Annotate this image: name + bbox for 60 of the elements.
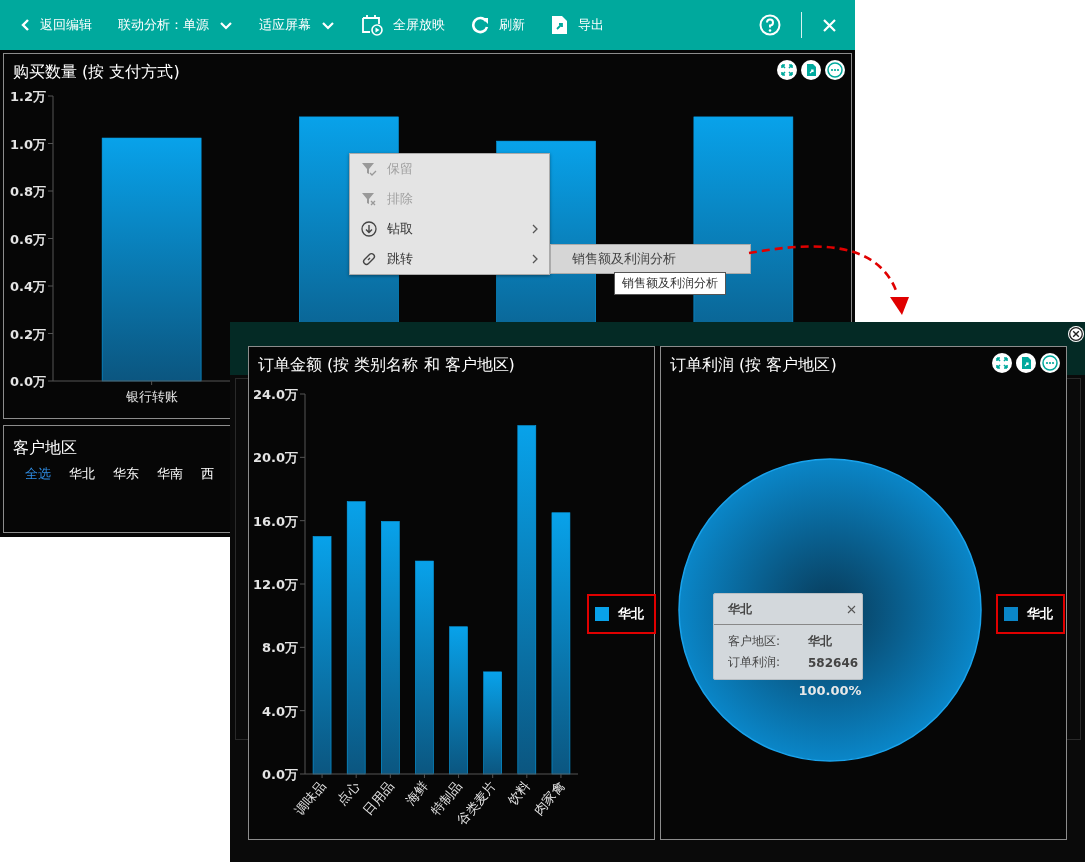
chart-title: 订单金额 (按 类别名称 和 客户地区) (258, 355, 515, 376)
menu-item[interactable]: 跳转 (350, 244, 549, 274)
expand-icon (777, 60, 797, 80)
slideshow-icon (361, 14, 383, 36)
expand-icon (992, 353, 1012, 373)
category-label: 日用品 (360, 778, 397, 818)
close-icon (822, 17, 837, 33)
exclude-filter-icon (361, 191, 377, 207)
chart-title: 订单利润 (按 客户地区) (670, 355, 837, 376)
tooltip-value: 582646 (808, 655, 859, 670)
filter-option[interactable]: 华北 (69, 465, 95, 483)
filter-title: 客户地区 (13, 438, 77, 459)
more-icon (825, 60, 845, 80)
export-icon (1016, 353, 1036, 373)
export-icon (801, 60, 821, 80)
tooltip-label: 客户地区: (728, 633, 782, 650)
filter-option[interactable]: 西 (201, 465, 214, 483)
tooltip-value: 华北 (808, 633, 832, 650)
tick-label: 12.0万 (252, 577, 298, 592)
tooltip-label: 订单利润: (728, 654, 782, 671)
keep-filter-icon (361, 161, 377, 177)
tick-label: 1.0万 (9, 136, 46, 152)
tick-label: 0.2万 (9, 326, 46, 342)
tick-label: 0.0万 (261, 767, 298, 782)
menu-item[interactable]: 钻取 (350, 214, 549, 244)
close-button[interactable] (1067, 325, 1085, 343)
tick-label: 1.2万 (9, 90, 46, 104)
chevron-icon (219, 20, 233, 30)
filter-option[interactable]: 全选 (25, 465, 51, 483)
filter-option[interactable]: 华南 (157, 465, 183, 483)
chevron-icon (321, 20, 335, 30)
tick-label: 0.6万 (9, 231, 46, 247)
drill-down-icon (361, 221, 377, 237)
help-icon (759, 14, 781, 36)
tick-label: 4.0万 (261, 703, 298, 719)
category-label: 点心 (334, 778, 363, 808)
tick-label: 0.8万 (9, 184, 46, 199)
back-icon (20, 18, 30, 32)
close-icon (847, 604, 856, 614)
tick-label: 0.0万 (9, 374, 46, 389)
legend-label: 华北 (618, 605, 644, 623)
legend-label: 华北 (1027, 605, 1053, 623)
filter-option[interactable]: 华东 (113, 465, 139, 483)
data-label: 100.00% (798, 683, 862, 698)
link-icon (361, 251, 377, 267)
refresh-icon (471, 16, 489, 34)
tick-label: 24.0万 (252, 387, 298, 402)
category-label: 银行转账 (125, 389, 178, 404)
more-icon (1040, 353, 1060, 373)
tick-label: 16.0万 (252, 513, 298, 529)
tick-label: 20.0万 (252, 450, 298, 466)
file-export-icon (551, 15, 568, 35)
tooltip: 销售额及利润分析 (614, 272, 726, 295)
tooltip-title: 华北 (728, 600, 752, 618)
help-button[interactable] (757, 12, 783, 38)
category-label: 海鲜 (402, 778, 431, 808)
close-icon (1067, 325, 1085, 343)
tick-label: 8.0万 (261, 640, 298, 656)
chart-title: 购买数量 (按 支付方式) (13, 62, 180, 83)
tick-label: 0.4万 (9, 279, 46, 294)
